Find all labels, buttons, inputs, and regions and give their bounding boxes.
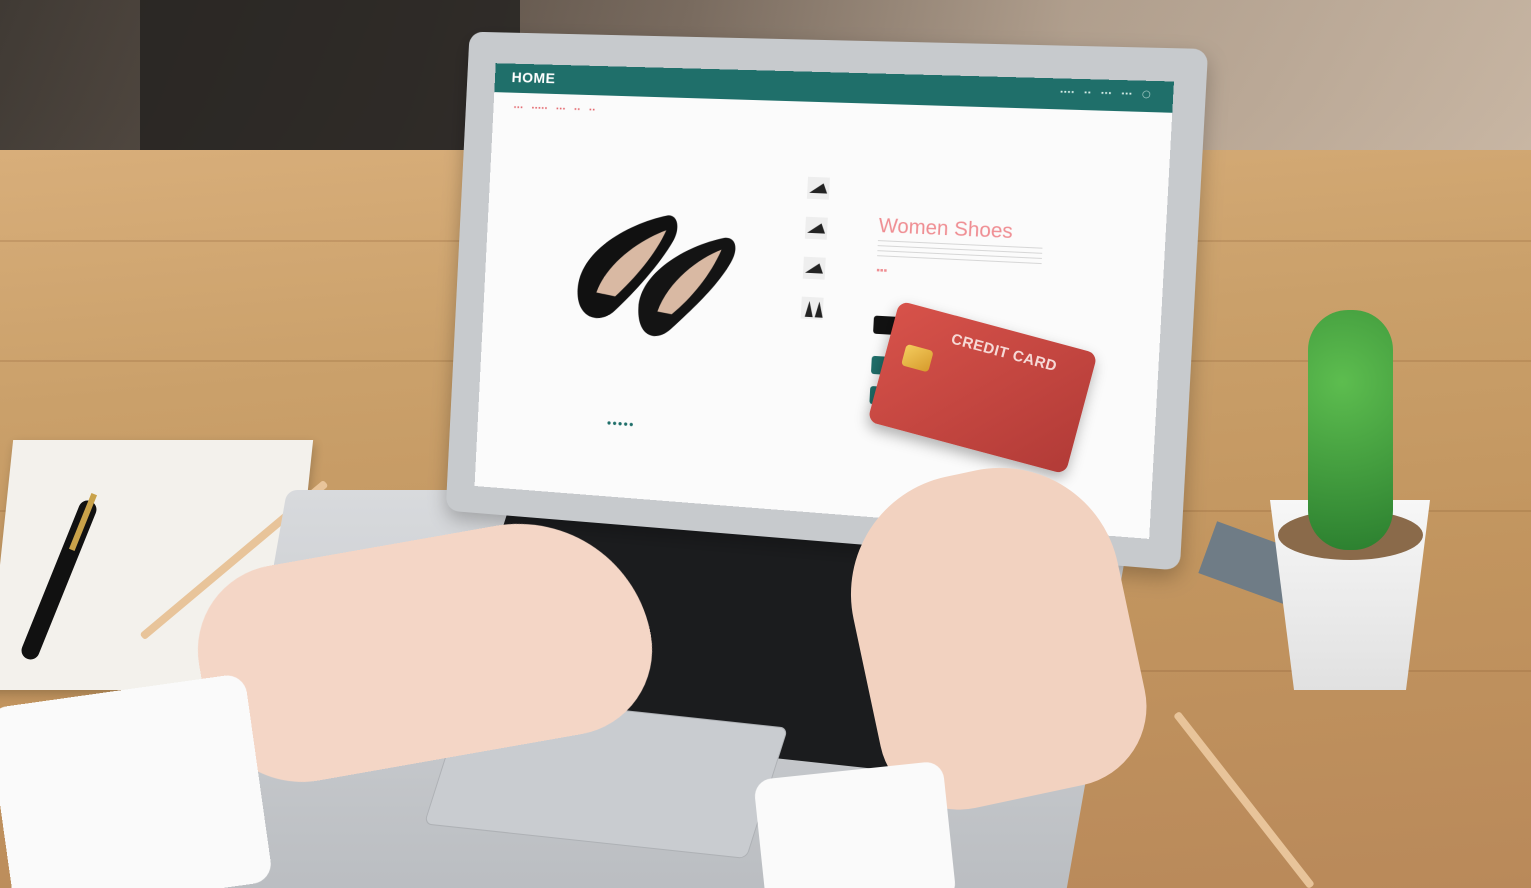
top-nav-links: ▪▪▪▪ ▪▪ ▪▪▪ ▪▪▪ ◯ (1060, 88, 1152, 99)
category-menu: ▪▪▪ ▪▪▪▪▪ ▪▪▪ ▪▪ ▪▪ (513, 104, 596, 114)
right-sleeve (753, 760, 957, 888)
thumbnail-strip[interactable] (788, 176, 846, 338)
product-description-lines (877, 240, 1043, 267)
shoes-main-image (576, 211, 736, 341)
left-sleeve (0, 672, 274, 888)
photo-scene: HOME ▪▪▪▪ ▪▪ ▪▪▪ ▪▪▪ ◯ ▪▪▪ ▪▪▪▪▪ ▪▪▪ ▪▪ … (0, 0, 1531, 888)
card-chip-icon (901, 343, 934, 373)
laptop-screen: HOME ▪▪▪▪ ▪▪ ▪▪▪ ▪▪▪ ◯ ▪▪▪ ▪▪▪▪▪ ▪▪▪ ▪▪ … (474, 63, 1174, 539)
home-nav-label[interactable]: HOME (511, 69, 556, 87)
cactus-plant (1308, 310, 1393, 550)
product-price: ▪▪▪ (876, 265, 888, 277)
carousel-dots[interactable]: ●●●●● (607, 418, 635, 429)
product-title: Women Shoes (878, 214, 1014, 244)
